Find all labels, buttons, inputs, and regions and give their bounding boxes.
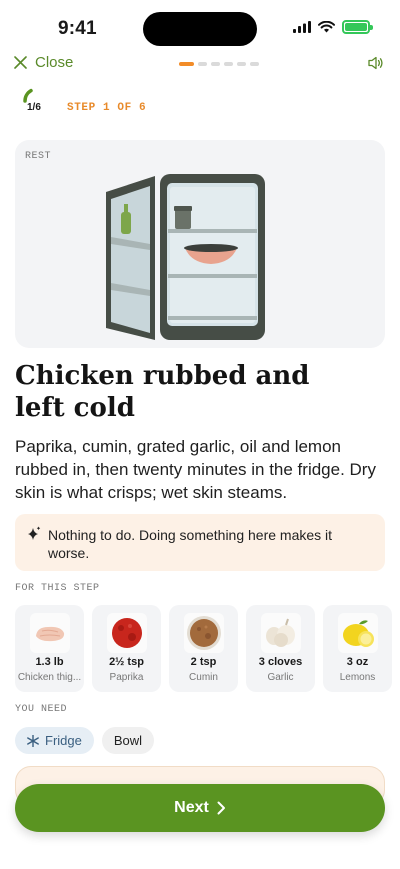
note-text: Nothing to do. Doing something here make… [48, 527, 333, 561]
close-label: Close [35, 54, 74, 71]
paprika-icon [107, 613, 147, 653]
ingredient-list: 1.3 lb Chicken thig... 2½ tsp Paprika 2 … [15, 605, 400, 693]
progress-dot [211, 62, 220, 66]
step-illustration: REST [15, 140, 385, 348]
ingredient-name: Cumin [189, 672, 218, 683]
ingredient-quantity: 3 oz [346, 656, 369, 668]
speaker-icon [368, 56, 383, 70]
chevron-right-icon [217, 801, 225, 815]
close-icon [14, 56, 27, 69]
ingredient-card-garlic[interactable]: 3 cloves Garlic [246, 605, 315, 692]
chicken-icon [30, 613, 70, 653]
cumin-icon [184, 613, 224, 653]
dynamic-island [143, 12, 257, 46]
progress-dot [237, 62, 246, 66]
ingredient-name: Garlic [267, 672, 294, 683]
battery-charging-icon [342, 20, 373, 34]
step-indicator: 1/6 STEP 1 OF 6 [22, 84, 382, 118]
status-bar: 9:41 [0, 0, 400, 56]
equipment-label: Bowl [113, 733, 143, 748]
step-label: STEP 1 OF 6 [67, 102, 147, 114]
ingredient-name: Chicken thig... [17, 672, 82, 683]
ingredient-quantity: 3 cloves [258, 656, 303, 668]
equipment-section-label: YOU NEED [15, 704, 68, 715]
step-note: Nothing to do. Doing something here make… [15, 514, 385, 571]
progress-dot [250, 62, 259, 66]
next-button[interactable]: Next [15, 784, 385, 832]
progress-dot [198, 62, 207, 66]
ingredient-card-cumin[interactable]: 2 tsp Cumin [169, 605, 238, 692]
close-button[interactable]: Close [14, 54, 73, 71]
step-progress-dots [179, 62, 259, 66]
equipment-chip-bowl[interactable]: Bowl [101, 727, 155, 754]
garlic-icon [261, 613, 301, 653]
step-title-line-1: Chicken rubbed and [15, 361, 310, 391]
status-icons [293, 20, 373, 34]
audio-button[interactable] [368, 56, 384, 75]
ingredient-quantity: 2½ tsp [109, 656, 144, 668]
ingredients-section-label: FOR THIS STEP [15, 583, 100, 594]
ingredient-card-paprika[interactable]: 2½ tsp Paprika [92, 605, 161, 692]
wifi-icon [318, 21, 335, 33]
lemon-icon [338, 613, 378, 653]
step-count: 1/6 [27, 102, 41, 113]
step-title: Chicken rubbed and left cold [15, 360, 385, 424]
step-description: Paprika, cumin, grated garlic, oil and l… [15, 437, 376, 502]
snowflake-icon [27, 734, 39, 747]
cellular-signal-icon [293, 21, 311, 33]
ingredient-card-lemons[interactable]: 3 oz Lemons [323, 605, 392, 692]
open-fridge-illustration [106, 174, 265, 340]
equipment-list: Fridge Bowl [15, 727, 155, 754]
ingredient-quantity: 1.3 lb [35, 656, 64, 668]
status-time: 9:41 [58, 18, 97, 39]
ingredient-name: Lemons [339, 672, 376, 683]
next-label: Next [174, 799, 209, 816]
sparkle-icon [28, 526, 41, 540]
ingredient-card-chicken[interactable]: 1.3 lb Chicken thig... [15, 605, 84, 692]
ingredient-name: Paprika [109, 672, 144, 683]
equipment-chip-fridge[interactable]: Fridge [15, 727, 94, 754]
step-title-line-2: left cold [15, 393, 135, 423]
top-navigation: Close [0, 52, 400, 78]
illustration-tag: REST [25, 151, 52, 162]
progress-dot [179, 62, 194, 66]
ingredient-quantity: 2 tsp [190, 656, 217, 668]
equipment-label: Fridge [45, 733, 82, 748]
progress-dot [224, 62, 233, 66]
